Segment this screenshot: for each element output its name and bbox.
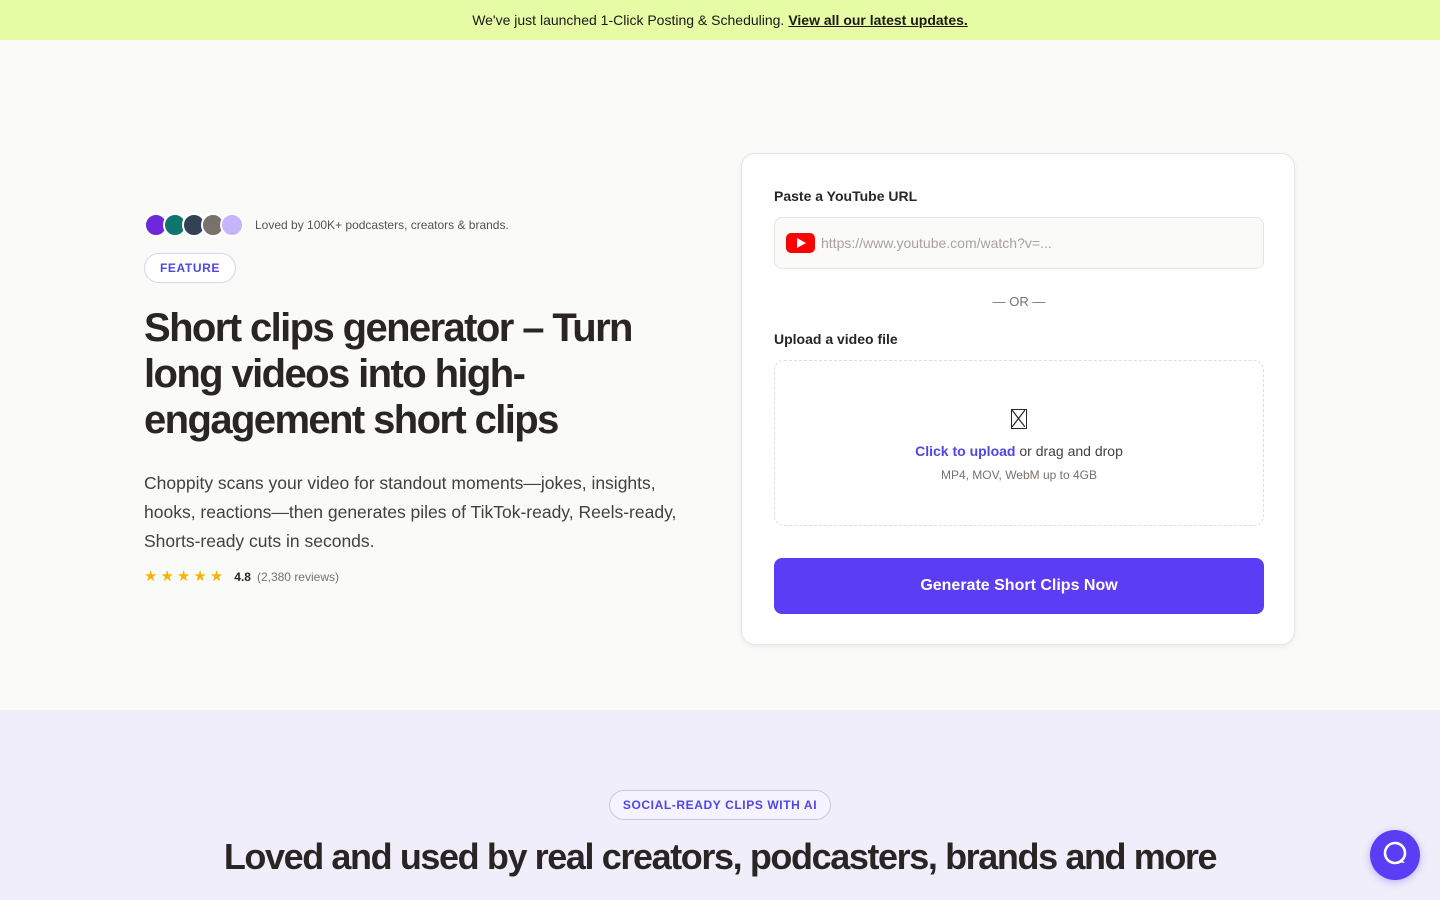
hero-left: Loved by 100K+ podcasters, creators & br… bbox=[144, 212, 704, 586]
chat-icon bbox=[1381, 839, 1409, 872]
drag-drop-text: or drag and drop bbox=[1015, 443, 1123, 459]
youtube-url-field[interactable] bbox=[774, 217, 1264, 269]
hero-description: Choppity scans your video for standout m… bbox=[144, 473, 677, 551]
social-proof-text: Loved by 100K+ podcasters, creators & br… bbox=[255, 218, 509, 232]
or-separator: — OR — bbox=[992, 294, 1046, 309]
star-icon: ★ bbox=[176, 568, 191, 585]
hero-section: Loved by 100K+ podcasters, creators & br… bbox=[0, 40, 1440, 710]
announcement-banner: We've just launched 1-Click Posting & Sc… bbox=[0, 0, 1440, 40]
social-proof-row: Loved by 100K+ podcasters, creators & br… bbox=[144, 212, 704, 238]
section-title: Loved and used by real creators, podcast… bbox=[223, 836, 1218, 877]
file-icon bbox=[1011, 409, 1027, 429]
youtube-icon bbox=[786, 233, 815, 253]
upload-label: Upload a video file bbox=[774, 331, 898, 347]
rating-row: ★ ★ ★ ★ ★ 4.8 (2,380 reviews) bbox=[144, 568, 704, 586]
star-icon: ★ bbox=[144, 568, 158, 585]
section-badge: SOCIAL-READY CLIPS WITH AI bbox=[609, 790, 831, 820]
youtube-url-label: Paste a YouTube URL bbox=[774, 188, 918, 204]
generate-clips-button[interactable]: Generate Short Clips Now bbox=[774, 558, 1264, 614]
avatar-stack bbox=[144, 213, 244, 237]
feature-badge: FEATURE bbox=[144, 253, 236, 283]
click-to-upload-link[interactable]: Click to upload bbox=[915, 443, 1015, 459]
avatar bbox=[220, 213, 244, 237]
rating-count: (2,380 reviews) bbox=[256, 570, 339, 584]
youtube-url-input[interactable] bbox=[821, 235, 1251, 251]
banner-text: We've just launched 1-Click Posting & Sc… bbox=[472, 12, 785, 28]
chat-widget-button[interactable] bbox=[1370, 830, 1420, 880]
upload-instructions: Click to upload or drag and drop bbox=[775, 443, 1263, 459]
clip-generator-form: Paste a YouTube URL — OR — Upload a vide… bbox=[741, 153, 1295, 645]
page-title: Short clips generator – Turn long videos… bbox=[144, 306, 633, 442]
star-rating: ★ ★ ★ ★ ★ bbox=[144, 568, 226, 586]
rating-value: 4.8 bbox=[234, 570, 251, 584]
star-icon: ★ bbox=[209, 568, 224, 585]
upload-format-hint: MP4, MOV, WebM up to 4GB bbox=[940, 468, 1098, 482]
star-icon: ★ bbox=[160, 568, 174, 585]
banner-updates-link[interactable]: View all our latest updates. bbox=[788, 12, 967, 28]
star-icon: ★ bbox=[193, 568, 207, 585]
upload-dropzone[interactable]: Click to upload or drag and drop MP4, MO… bbox=[774, 360, 1264, 526]
testimonials-section: SOCIAL-READY CLIPS WITH AI Loved and use… bbox=[0, 710, 1440, 900]
